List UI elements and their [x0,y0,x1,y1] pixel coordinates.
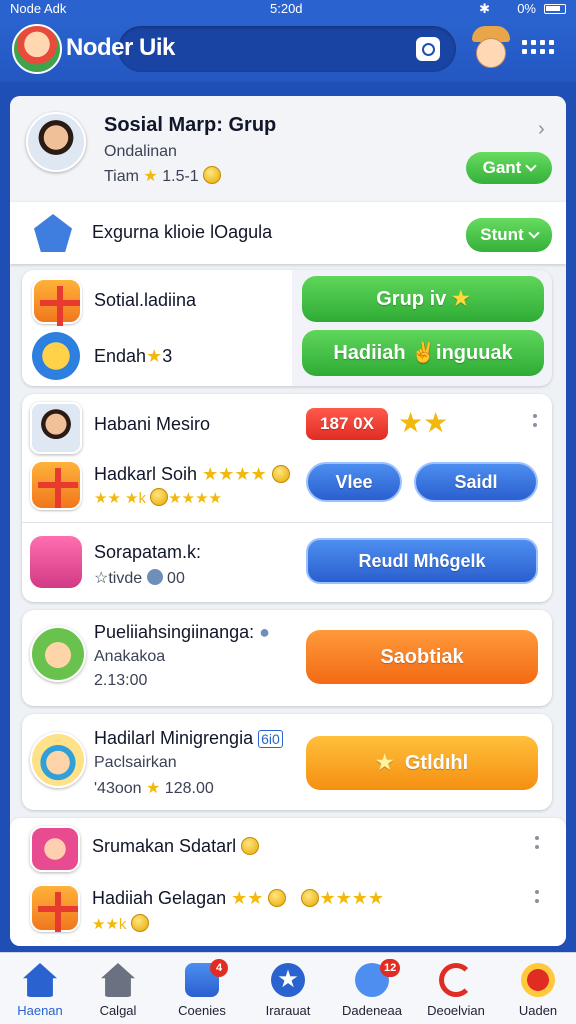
gift-icon [32,278,82,326]
status-bar: Node Adk 5:20d ✱ 0% [0,0,576,18]
more-icon[interactable] [534,890,540,912]
nav-chat[interactable]: 12 Dadeneaa [332,953,412,1024]
grid-icon[interactable] [522,40,554,56]
heart-icon [521,963,555,997]
promo-button-gift[interactable]: Hadiiah ✌inguuak [302,330,544,376]
nav-heart[interactable]: Uaden [498,953,576,1024]
more-icon[interactable] [534,836,540,858]
reward-sub: Anakakoa [94,648,166,665]
nav-badge: 12 [380,959,401,977]
list-card: Habani Mesiro 187 0X ★★ Hadkarl Soih ★★★… [22,394,552,602]
character-avatar [30,826,80,872]
status-carrier: Node Adk [10,1,67,16]
gold-button[interactable]: ★ Gtldıhl [306,736,538,790]
profile-subtitle: Ondalinan [104,143,177,160]
status-battery-text: 0% [517,1,536,16]
app-title: Noder Uik [66,34,175,61]
list-title: Habani Mesiro [94,414,211,434]
star-icon: ★ [143,168,158,185]
activity-card: Srumakan Sdatarl Hadiiah Gelagan ★★ ★★★★… [10,818,566,946]
reward-value: '43oon ★ 128.00 [94,780,214,797]
nav-house[interactable]: Calgal [78,953,158,1024]
profile-meta-prefix: Tiam [104,168,139,185]
reward-card: Hadilarl Minigrengia 6i0 Paclsairkan '43… [22,714,552,810]
profile-meta: Tiam ★ 1.5-1 [104,166,222,186]
lock-icon [34,214,72,252]
reward-title: Pueliiahsingiinanga: ● [94,622,271,642]
search-icon[interactable] [416,37,440,61]
nav-stack[interactable]: 4 Coenies [162,953,242,1024]
list-sub: ☆tivde 00 [94,569,185,587]
bottom-nav: Haenan Calgal 4 Coenies ★ Irarauat 12 Da… [0,952,576,1024]
promo-card: Sotial.ladiina Endah★3 Grup iv ★ Hadiiah… [22,270,552,386]
coin-icon [203,166,222,184]
more-icon[interactable] [532,414,538,436]
app-header: Noder Uik [0,18,576,82]
list-title: Hadkarl Soih ★★★★ [94,464,290,485]
status-time: 5:20d [270,1,303,16]
reward-button[interactable]: Reudl Mh6gelk [306,538,538,584]
nav-label: Coenies [178,1003,226,1018]
nav-label: Calgal [99,1003,137,1018]
coin-stack-icon [32,332,80,380]
reward-sub: Paclsairkan [94,754,177,771]
nav-label: Dadeneaa [342,1003,402,1018]
view-button[interactable]: Vlee [306,462,402,502]
list-rating: ★★ ★k ★★★★ [94,488,222,507]
profile-meta-value: 1.5-1 [162,168,199,185]
nav-refresh[interactable]: Deoelvian [416,953,496,1024]
send-button[interactable]: Saidl [414,462,538,502]
nav-label: Haenan [17,1003,63,1018]
activity-rating: ★★k [92,914,149,933]
reward-title: Hadilarl Minigrengia 6i0 [94,728,283,749]
nav-home[interactable]: Haenan [0,953,80,1024]
star-icon: ★★ [398,407,449,438]
nav-badge: 4 [210,959,228,977]
activity-title: Hadiiah Gelagan ★★ ★★★★ [92,888,384,908]
main-content: Sosial Marp: Grup Ondalinan Tiam ★ 1.5-1… [10,96,566,946]
promo-button-group[interactable]: Grup iv ★ [302,276,544,322]
app-logo [12,24,62,74]
group-label: Exgurna klioie lOagula [92,222,273,242]
profile-avatar [26,112,86,172]
count-badge: 187 0X [306,408,388,440]
character-avatar [30,732,86,788]
profile-name: Sosial Marp: Grup [104,114,277,136]
group-action-button[interactable]: Stunt [466,218,552,252]
nav-label: Irarauat [265,1003,311,1018]
bluetooth-icon: ✱ [479,1,490,16]
refresh-icon [439,963,473,997]
gift-icon [30,884,80,932]
group-row[interactable]: Exgurna klioie lOagula Stunt [10,202,566,264]
profile-action-button[interactable]: Gant [466,152,552,184]
battery-icon [544,4,566,14]
chevron-right-icon[interactable]: › [538,118,545,141]
list-avatar [30,402,82,454]
cart-icon [30,536,82,588]
nav-label: Deoelvian [427,1003,485,1018]
claim-button[interactable]: Saobtiak [306,630,538,684]
gift-icon [30,460,82,510]
promo-item-label: Endah★3 [94,346,173,366]
nav-star[interactable]: ★ Irarauat [248,953,328,1024]
house-icon [101,963,135,997]
face-icon [476,38,506,68]
profile-card[interactable]: Sosial Marp: Grup Ondalinan Tiam ★ 1.5-1… [10,96,566,202]
character-avatar [30,626,86,682]
user-avatar[interactable] [470,24,510,72]
reward-value: 2.13:00 [94,672,148,689]
reward-card: Pueliiahsingiinanga: ● Anakakoa 2.13:00 … [22,610,552,706]
promo-item-label: Sotial.ladiina [94,290,197,310]
star-icon: ★ [271,963,305,997]
nav-label: Uaden [518,1003,558,1018]
home-icon [23,963,57,997]
list-title: Sorapatam.k: [94,542,202,562]
activity-title: Srumakan Sdatarl [92,836,260,857]
